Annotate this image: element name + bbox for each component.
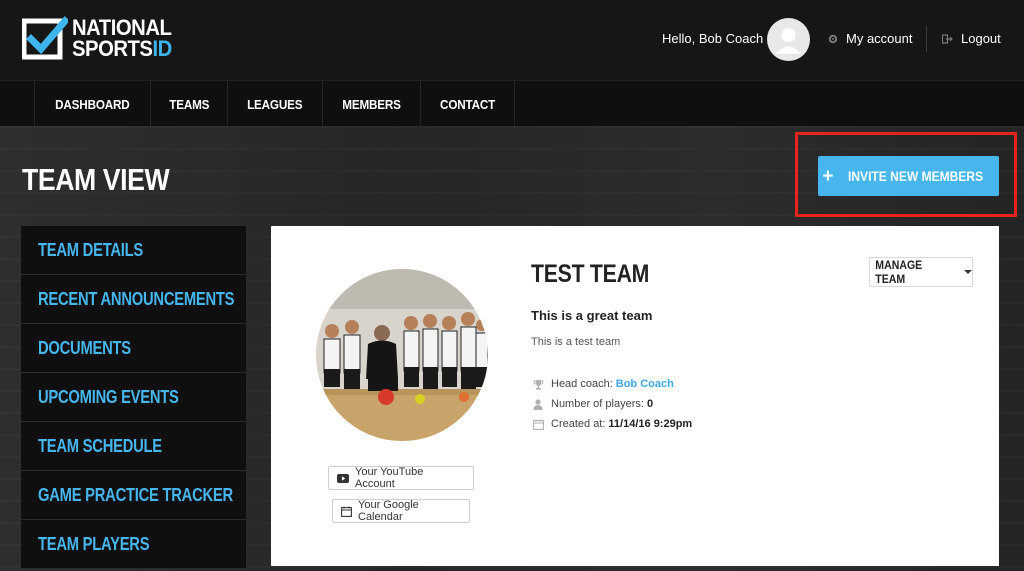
sidebar-item-upcoming-events[interactable]: UPCOMING EVENTS [21,373,246,422]
youtube-icon [337,473,349,483]
calendar-button-label: Your Google Calendar [358,499,419,523]
players-label: Number of players: [551,398,644,410]
sidebar-item-team-schedule[interactable]: TEAM SCHEDULE [21,422,246,471]
nav-item-leagues[interactable]: LEAGUES [228,81,323,127]
team-tagline: This is a great team [531,308,653,323]
players-count-value: 0 [646,398,654,410]
google-calendar-button[interactable]: Your Google Calendar [332,499,470,523]
logout-label: Logout [961,31,1001,46]
nav-item-contact[interactable]: CONTACT [421,81,515,127]
calendar-icon [531,419,545,430]
sidebar-item-game-practice-tracker[interactable]: GAME PRACTICE TRACKER [21,471,246,520]
sidebar-item-documents[interactable]: DOCUMENTS [21,324,246,373]
nav-item-members[interactable]: MEMBERS [323,81,421,127]
youtube-button-label: Your YouTube Account [355,466,424,490]
nav-menu: DASHBOARD TEAMS LEAGUES MEMBERS CONTACT [34,81,515,127]
trophy-icon [531,379,545,390]
user-icon [531,398,545,410]
my-account-label: My account [846,31,913,46]
plus-icon: + [822,165,834,187]
logout-link[interactable]: Logout [942,31,1001,46]
players-count-row: Number of players: 0 [531,398,653,410]
team-description: This is a test team [531,336,621,348]
logo-wordmark: NATIONAL SPORTSID [72,15,180,61]
logo-line-national: NATIONAL [72,15,172,40]
user-greeting: Hello, Bob Coach [662,31,764,46]
invite-button-label: INVITE NEW MEMBERS [848,168,984,184]
national-sports-id-logo[interactable]: NATIONAL SPORTSID [21,14,180,62]
team-sidebar: TEAM DETAILS RECENT ANNOUNCEMENTS DOCUME… [21,226,246,569]
calendar-icon [341,506,352,517]
team-photo [316,269,488,441]
manage-team-label: MANAGE TEAM [875,258,923,286]
caret-down-icon [964,270,972,274]
sidebar-item-team-details[interactable]: TEAM DETAILS [21,226,246,275]
team-name: TEST TEAM [531,260,650,288]
nav-item-teams[interactable]: TEAMS [151,81,229,127]
logo-line-sportsid: SPORTSID [72,36,172,61]
page-title: TEAM VIEW [22,162,170,197]
user-avatar-icon[interactable] [767,18,810,61]
manage-team-dropdown[interactable]: MANAGE TEAM [869,257,973,287]
checkbox-logo-icon [21,15,70,61]
team-details-card: Your YouTube Account Your Google Calenda… [271,226,999,566]
head-coach-label: Head coach: [551,378,613,390]
nav-item-dashboard[interactable]: DASHBOARD [35,81,151,127]
created-at-value: 11/14/16 9:29pm [608,418,693,430]
created-at-row: Created at: 11/14/16 9:29pm [531,418,692,430]
youtube-account-button[interactable]: Your YouTube Account [328,466,474,490]
main-navigation: DASHBOARD TEAMS LEAGUES MEMBERS CONTACT [0,80,1024,127]
my-account-link[interactable]: My account [828,31,912,46]
head-coach-link[interactable]: Bob Coach [616,378,674,390]
top-header: NATIONAL SPORTSID Hello, Bob Coach My ac… [0,0,1024,80]
created-at-label: Created at: [551,418,606,430]
logout-icon [942,33,953,44]
head-coach-row: Head coach: Bob Coach [531,378,674,390]
header-divider [926,26,927,52]
gear-icon [828,34,838,44]
invite-new-members-button[interactable]: + INVITE NEW MEMBERS [818,156,999,196]
sidebar-item-recent-announcements[interactable]: RECENT ANNOUNCEMENTS [21,275,246,324]
sidebar-item-team-players[interactable]: TEAM PLAYERS [21,520,246,569]
